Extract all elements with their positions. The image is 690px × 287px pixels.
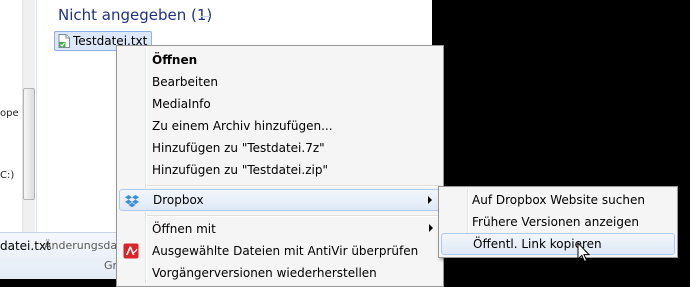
nav-item-fragment[interactable]: ope — [0, 108, 19, 119]
menu-item-label: Öffnen mit — [152, 222, 216, 236]
nav-scrollbar-thumb[interactable] — [23, 88, 35, 200]
context-menu: Öffnen Bearbeiten MediaInfo Zu einem Arc… — [116, 45, 444, 287]
menu-separator — [147, 215, 440, 217]
menu-item-label: Dropbox — [153, 193, 204, 207]
details-modified-label: Änderungsdat — [44, 239, 122, 252]
menu-item-dropbox[interactable]: Dropbox — [119, 189, 441, 211]
submenu-arrow-icon — [428, 196, 432, 204]
menu-separator — [147, 185, 440, 187]
menu-item-restore-previous-versions[interactable]: Vorgängerversionen wiederherstellen — [119, 262, 441, 284]
menu-item-label: Frühere Versionen anzeigen — [472, 215, 639, 229]
group-divider — [200, 16, 210, 17]
submenu-arrow-icon — [429, 224, 433, 232]
menu-item-label: Hinzufügen zu "Testdatei.7z" — [152, 141, 325, 155]
text-file-icon — [58, 34, 70, 48]
submenu-item-search-website[interactable]: Auf Dropbox Website suchen — [441, 189, 675, 211]
submenu-item-copy-public-link[interactable]: Öffentl. Link kopieren — [441, 233, 675, 255]
menu-item-label: MediaInfo — [152, 97, 211, 111]
dropbox-submenu: Auf Dropbox Website suchen Frühere Versi… — [438, 186, 678, 258]
group-header[interactable]: Nicht angegeben (1) — [58, 6, 212, 24]
menu-item-add-to-archive[interactable]: Zu einem Archiv hinzufügen... — [119, 115, 441, 137]
menu-item-add-to-zip[interactable]: Hinzufügen zu "Testdatei.zip" — [119, 159, 441, 181]
menu-item-label: Bearbeiten — [152, 75, 218, 89]
menu-item-open[interactable]: Öffnen — [119, 49, 441, 71]
dropbox-icon — [125, 195, 139, 208]
menu-item-label: Hinzufügen zu "Testdatei.zip" — [152, 163, 328, 177]
menu-item-label: Öffnen — [152, 53, 198, 67]
submenu-item-previous-versions[interactable]: Frühere Versionen anzeigen — [441, 211, 675, 233]
menu-item-label: Zu einem Archiv hinzufügen... — [152, 119, 333, 133]
menu-item-label: Auf Dropbox Website suchen — [472, 193, 645, 207]
menu-item-edit[interactable]: Bearbeiten — [119, 71, 441, 93]
navigation-pane: ope C:) — [0, 0, 37, 232]
menu-item-mediainfo[interactable]: MediaInfo — [119, 93, 441, 115]
antivir-icon — [123, 243, 139, 259]
nav-item-fragment[interactable]: C:) — [0, 170, 14, 181]
menu-item-antivir-scan[interactable]: Ausgewählte Dateien mit AntiVir überprüf… — [119, 240, 441, 262]
mouse-cursor-icon — [577, 242, 591, 263]
menu-item-label: Ausgewählte Dateien mit AntiVir überprüf… — [152, 244, 419, 258]
menu-item-open-with[interactable]: Öffnen mit — [119, 218, 441, 240]
menu-item-add-to-7z[interactable]: Hinzufügen zu "Testdatei.7z" — [119, 137, 441, 159]
